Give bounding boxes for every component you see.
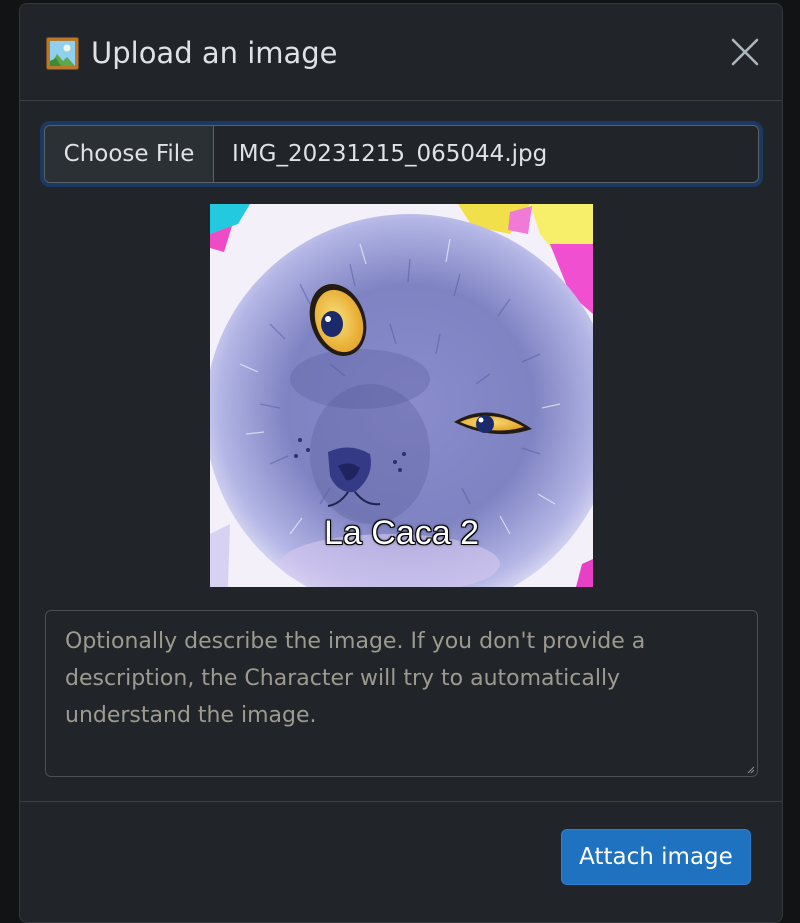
close-button[interactable] xyxy=(730,37,760,67)
close-icon xyxy=(731,38,759,66)
framed-picture-icon xyxy=(46,36,79,70)
file-input[interactable]: Choose File IMG_20231215_065044.jpg xyxy=(44,125,759,183)
modal-title-group: Upload an image xyxy=(46,34,338,72)
choose-file-button[interactable]: Choose File xyxy=(45,126,214,182)
image-preview: La Caca 2 xyxy=(210,204,593,587)
modal-footer: Attach image xyxy=(20,801,782,921)
modal-header: Upload an image xyxy=(20,4,782,101)
selected-file-name: IMG_20231215_065044.jpg xyxy=(232,141,548,167)
upload-image-modal: Upload an image Choose File IMG_20231215… xyxy=(19,3,783,923)
resize-handle-icon[interactable] xyxy=(747,766,755,774)
image-caption: La Caca 2 xyxy=(323,513,480,553)
modal-title: Upload an image xyxy=(91,36,338,70)
description-placeholder: Optionally describe the image. If you do… xyxy=(65,629,646,728)
description-textarea[interactable]: Optionally describe the image. If you do… xyxy=(45,610,758,777)
attach-image-button[interactable]: Attach image xyxy=(561,829,751,885)
